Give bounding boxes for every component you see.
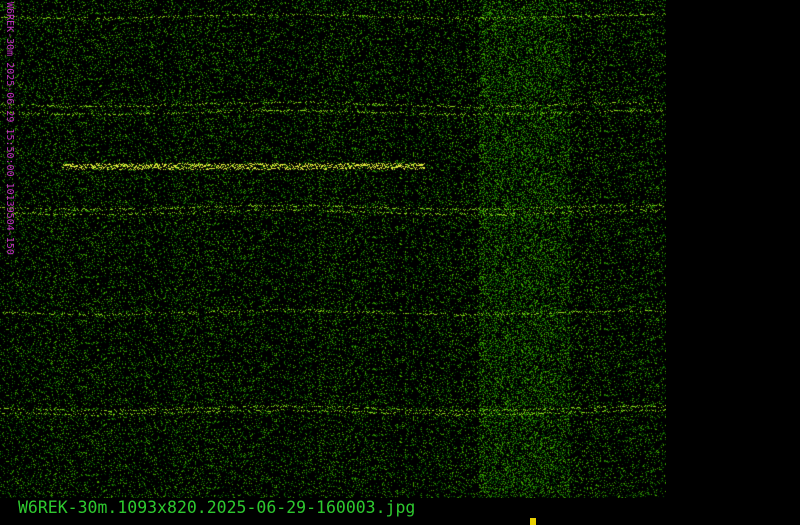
grabber-window: W6REK-30m 2025-06-29 15:50:00 10139504-1… — [0, 0, 800, 525]
waterfall-canvas — [0, 0, 666, 498]
cursor-marker — [530, 518, 536, 525]
waterfall-caption: W6REK-30m 2025-06-29 15:50:00 10139504-1… — [3, 0, 15, 380]
waterfall-caption-text: W6REK-30m 2025-06-29 15:50:00 10139504-1… — [4, 2, 15, 255]
image-filename: W6REK-30m.1093x820.2025-06-29-160003.jpg — [18, 498, 416, 517]
waterfall-display — [0, 0, 666, 498]
